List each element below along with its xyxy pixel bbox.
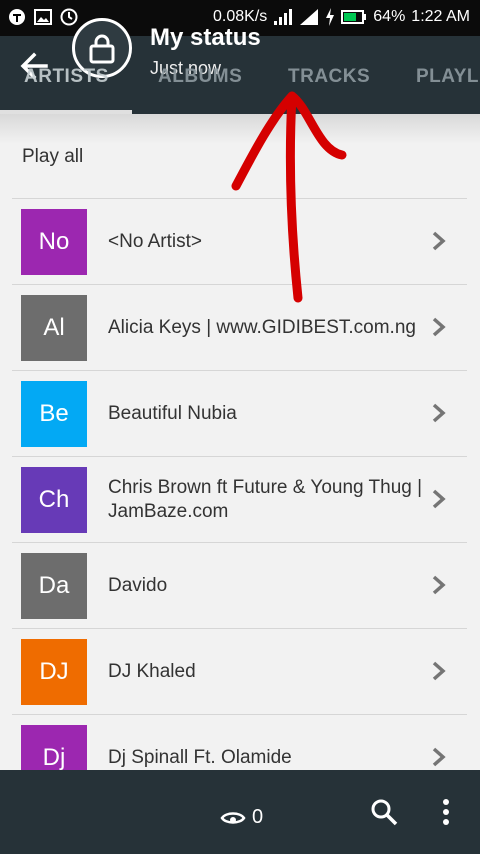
- artist-name: DJ Khaled: [108, 660, 196, 682]
- chevron-right-icon: [432, 489, 446, 509]
- charging-icon: [326, 8, 335, 26]
- artist-avatar: No: [21, 209, 87, 275]
- chevron-right-icon: [432, 317, 446, 337]
- battery-percent: 64%: [373, 8, 406, 25]
- status-title: My status: [150, 24, 261, 51]
- artist-name: Beautiful Nubia: [108, 402, 237, 424]
- chevron-right-icon: [432, 231, 446, 251]
- signal-icon: [274, 9, 293, 25]
- artist-avatar: DJ: [21, 639, 87, 705]
- app-bar: My status Just now ARTISTS ALBUMS TRACKS…: [0, 18, 480, 114]
- play-all-label: Play all: [22, 146, 84, 167]
- artist-name: Davido: [108, 574, 168, 596]
- eye-icon: [220, 811, 246, 824]
- artist-list: No <No Artist> Al Alicia Keys | www.GIDI…: [0, 198, 480, 800]
- tab-tracks[interactable]: TRACKS: [288, 66, 370, 88]
- bottom-bar: 0: [0, 770, 480, 854]
- clock-icon: [60, 8, 78, 26]
- artist-avatar: Ch: [21, 467, 87, 533]
- artist-row[interactable]: Al Alicia Keys | www.GIDIBEST.com.ng: [12, 284, 467, 370]
- tab-albums[interactable]: ALBUMS: [158, 66, 242, 88]
- view-count[interactable]: 0: [220, 806, 263, 829]
- artist-row[interactable]: No <No Artist>: [12, 198, 467, 284]
- chevron-right-icon: [432, 575, 446, 595]
- artist-row[interactable]: Da Davido: [12, 542, 467, 628]
- more-vert-icon[interactable]: [438, 798, 454, 826]
- chevron-right-icon: [432, 661, 446, 681]
- clock-time: 1:22 AM: [411, 8, 470, 25]
- artist-row[interactable]: Be Beautiful Nubia: [12, 370, 467, 456]
- play-all-row[interactable]: Play all: [0, 114, 480, 198]
- search-icon[interactable]: [370, 798, 398, 826]
- artist-row[interactable]: Ch Chris Brown ft Future & Young Thug | …: [12, 456, 467, 542]
- signal-icon: [300, 9, 319, 25]
- artist-name: Chris Brown ft Future & Young Thug | Jam…: [108, 476, 423, 522]
- artist-avatar: Da: [21, 553, 87, 619]
- chevron-right-icon: [432, 747, 446, 767]
- tab-artists[interactable]: ARTISTS: [24, 66, 109, 88]
- view-count-value: 0: [252, 806, 264, 828]
- artist-row[interactable]: DJ DJ Khaled: [12, 628, 467, 714]
- tab-bar: ARTISTS ALBUMS TRACKS PLAYLI: [0, 66, 480, 110]
- image-icon: [34, 8, 52, 26]
- artist-name: <No Artist>: [108, 230, 202, 252]
- artist-name: Alicia Keys | www.GIDIBEST.com.ng: [108, 316, 416, 338]
- battery-icon: [341, 10, 367, 24]
- t-app-icon: [8, 8, 26, 26]
- chevron-right-icon: [432, 403, 446, 423]
- status-left-icons: [8, 8, 78, 26]
- artist-avatar: Be: [21, 381, 87, 447]
- tab-playlists[interactable]: PLAYLI: [416, 66, 480, 88]
- artist-avatar: Al: [21, 295, 87, 361]
